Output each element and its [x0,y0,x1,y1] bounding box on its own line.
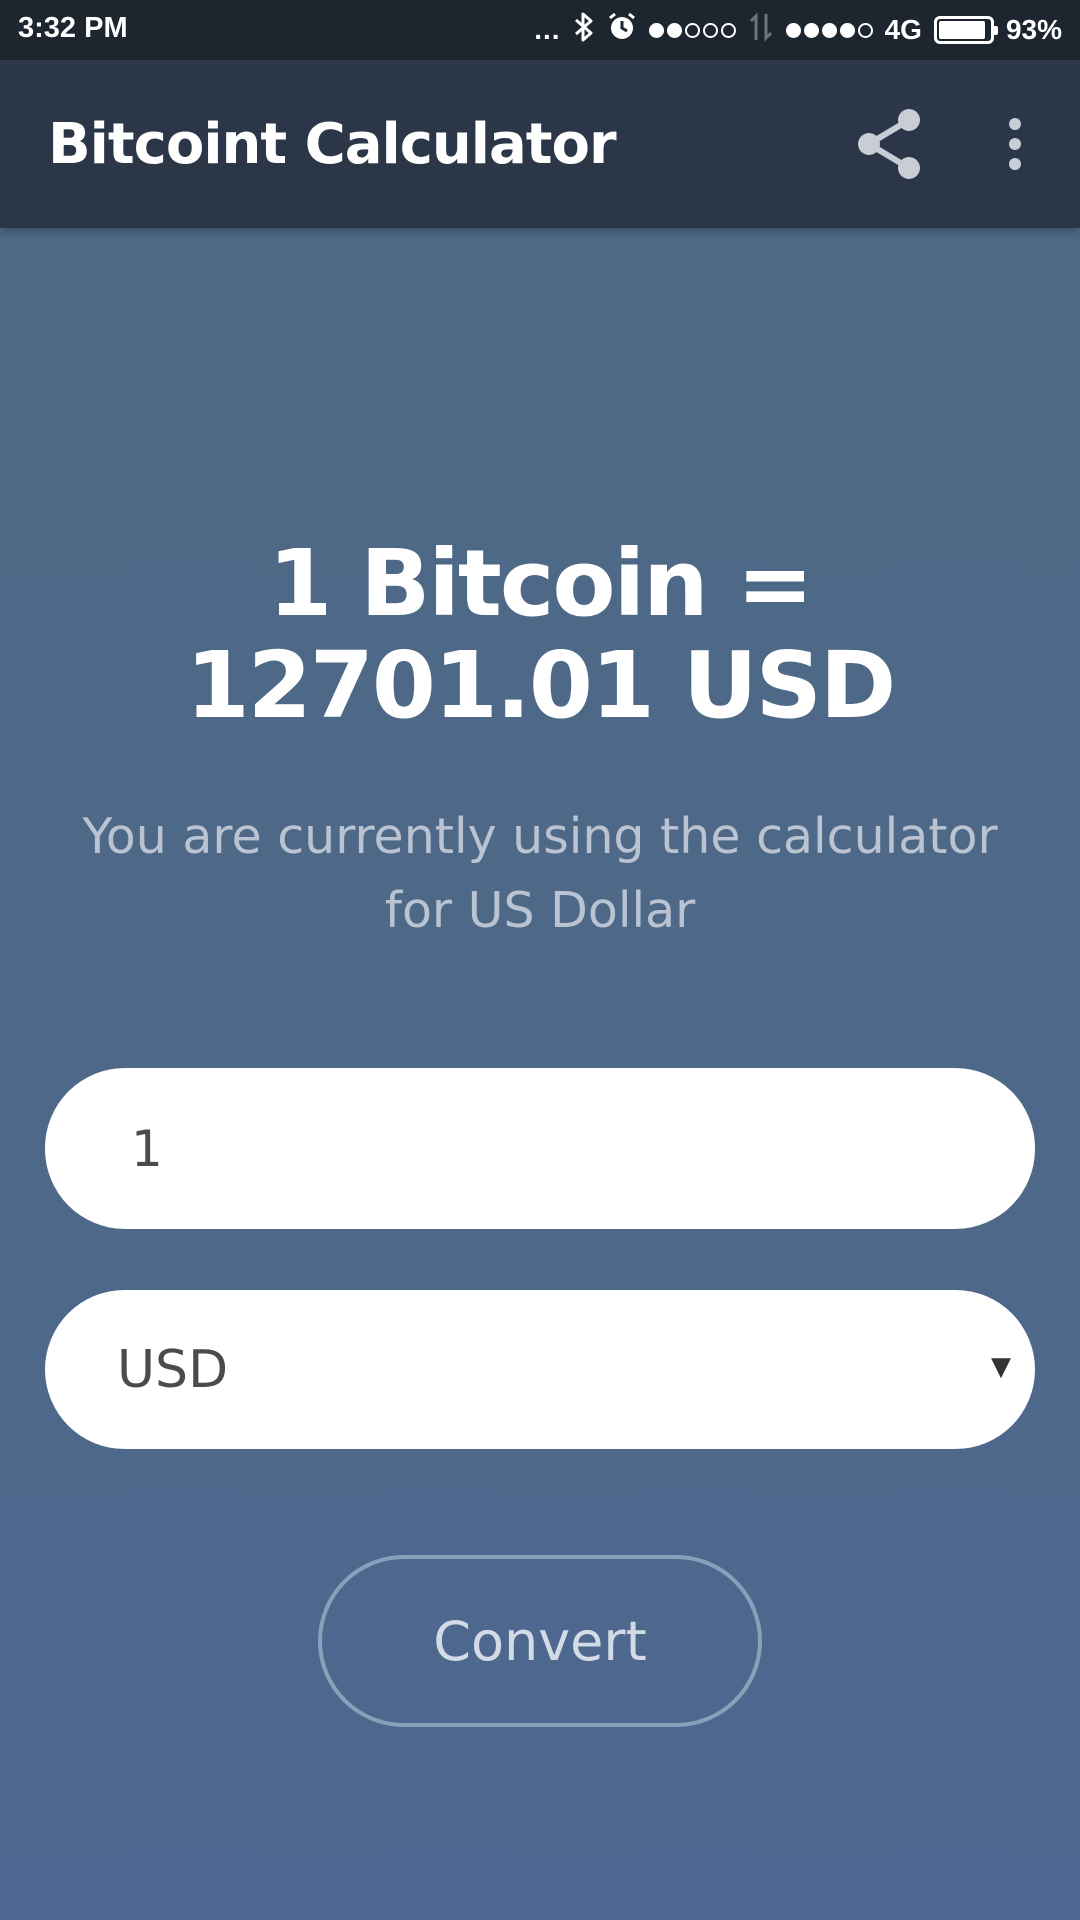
bluetooth-icon [573,12,595,49]
amount-input[interactable]: 1 [45,1068,1035,1229]
share-icon [858,109,920,179]
currency-selected-value: USD [117,1339,229,1400]
status-bar: 3:32 PM ... 4G 93% [0,0,1080,60]
battery-level [938,21,986,39]
exchange-rate: 1 Bitcoin = 12701.01 USD [40,533,1040,737]
convert-button[interactable]: Convert [318,1555,762,1727]
more-notifications-icon: ... [534,14,561,45]
currency-select[interactable]: USD ▼ [45,1290,1035,1449]
status-icons: ... 4G 93% [534,9,1062,51]
battery-percent: 93% [1005,14,1062,45]
amount-value: 1 [131,1119,163,1178]
signal-strength-sim1 [648,22,736,38]
app-bar: Bitcoint Calculator [0,60,1080,228]
status-time: 3:32 PM [18,12,128,44]
currency-description: You are currently using the calculator f… [82,808,998,939]
data-transfer-icon [748,11,774,49]
exchange-rate-line1: 1 Bitcoin = [268,530,814,637]
battery-icon [933,16,998,44]
alarm-icon [607,12,637,49]
more-options-button[interactable] [985,100,1045,188]
signal-strength-sim2 [785,22,873,38]
network-type: 4G [884,14,922,45]
app-title: Bitcoint Calculator [48,112,617,177]
dropdown-arrow-icon: ▼ [991,1352,1011,1382]
exchange-rate-line2: 12701.01 USD [185,632,896,739]
more-vert-icon [1009,118,1021,170]
share-button[interactable] [848,100,928,188]
